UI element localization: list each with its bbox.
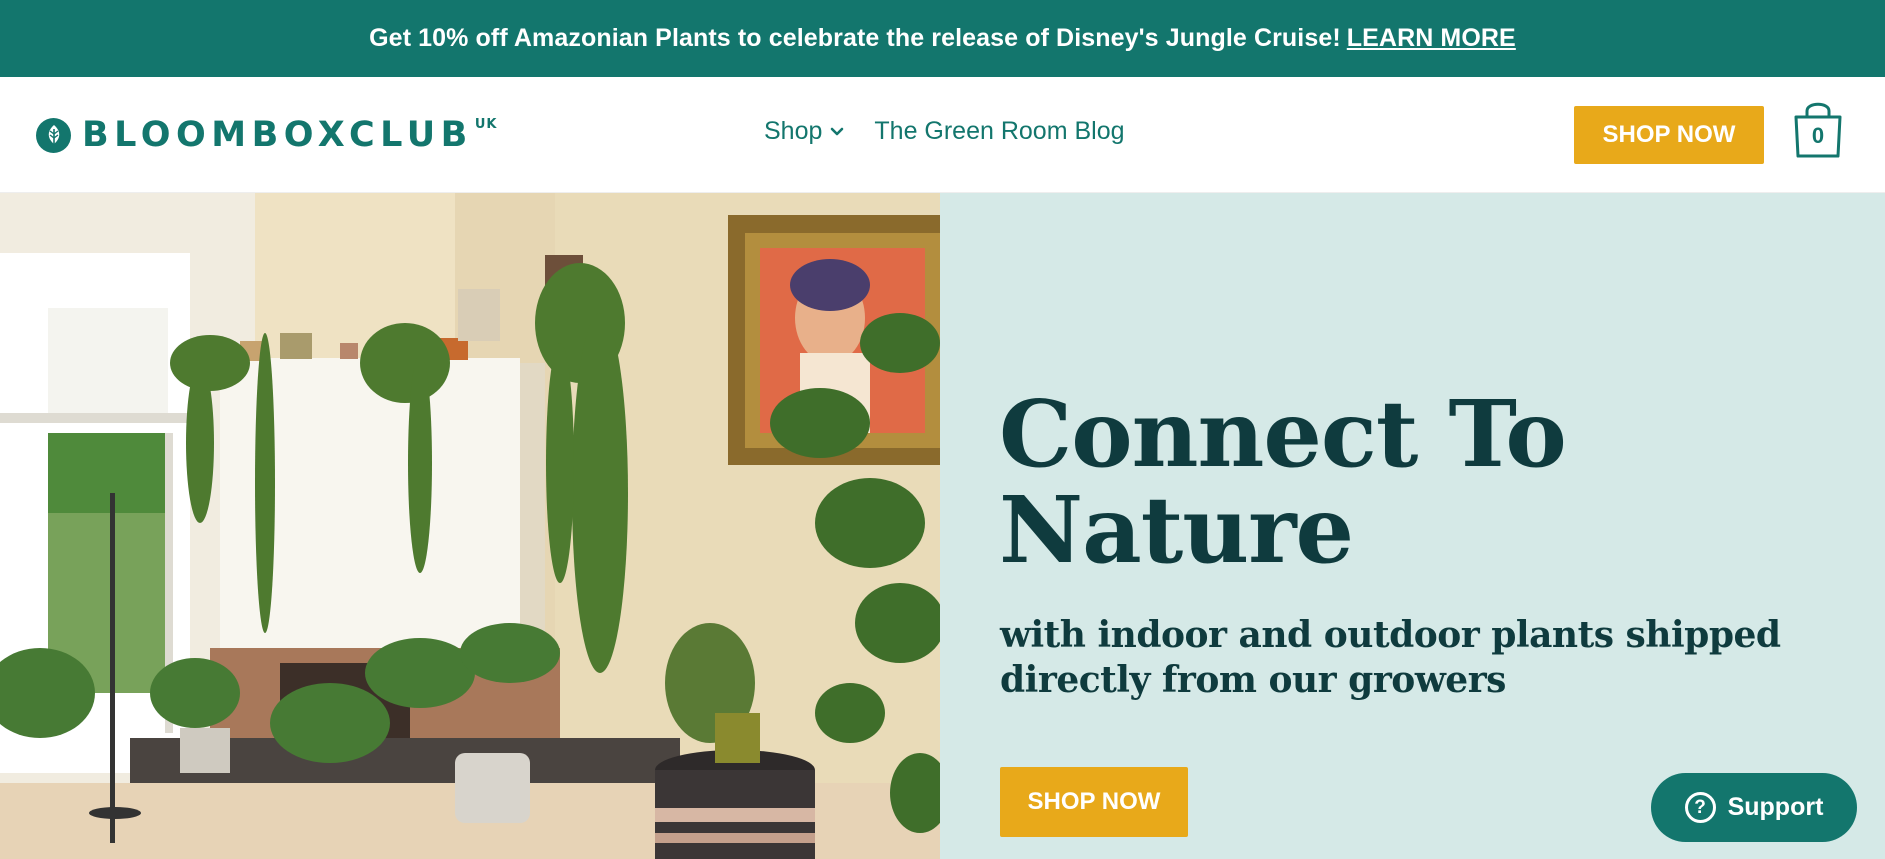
cart-count: 0	[1811, 123, 1825, 148]
hero-image	[0, 193, 940, 859]
announcement-bar: Get 10% off Amazonian Plants to celebrat…	[0, 0, 1885, 77]
header-shop-now-button[interactable]: SHOP NOW	[1574, 106, 1764, 164]
learn-more-link[interactable]: LEARN MORE	[1347, 24, 1516, 53]
logo-text: BLOOMBOXCLUB	[82, 114, 473, 155]
hero-title-line2: Nature	[999, 476, 1354, 584]
announcement-text: Get 10% off Amazonian Plants to celebrat…	[369, 24, 1341, 52]
question-circle-icon: ?	[1684, 792, 1716, 823]
support-button[interactable]: ? Support	[1651, 773, 1857, 842]
leaf-logo-icon	[36, 117, 71, 153]
hero-panel: Connect To Nature with indoor and outdoo…	[940, 193, 1885, 859]
support-label: Support	[1727, 793, 1824, 821]
site-header: BLOOMBOXCLUB UK Shop The Green Room Blog…	[0, 77, 1885, 193]
nav-shop[interactable]: Shop	[764, 117, 844, 146]
hero-shop-now-button[interactable]: SHOP NOW	[1000, 767, 1188, 837]
chevron-down-icon	[830, 127, 844, 137]
nav-blog-label: The Green Room Blog	[874, 117, 1125, 145]
nav-shop-label: Shop	[764, 117, 823, 145]
cart-button[interactable]: 0	[1793, 97, 1843, 159]
hero-title-line1: Connect To	[999, 380, 1567, 488]
logo[interactable]: BLOOMBOXCLUB UK	[36, 115, 497, 155]
logo-region: UK	[474, 117, 498, 132]
nav-green-room-blog[interactable]: The Green Room Blog	[874, 117, 1124, 146]
hero-subtitle: with indoor and outdoor plants shipped d…	[1000, 614, 1781, 701]
main-nav: Shop The Green Room Blog	[764, 117, 1125, 146]
